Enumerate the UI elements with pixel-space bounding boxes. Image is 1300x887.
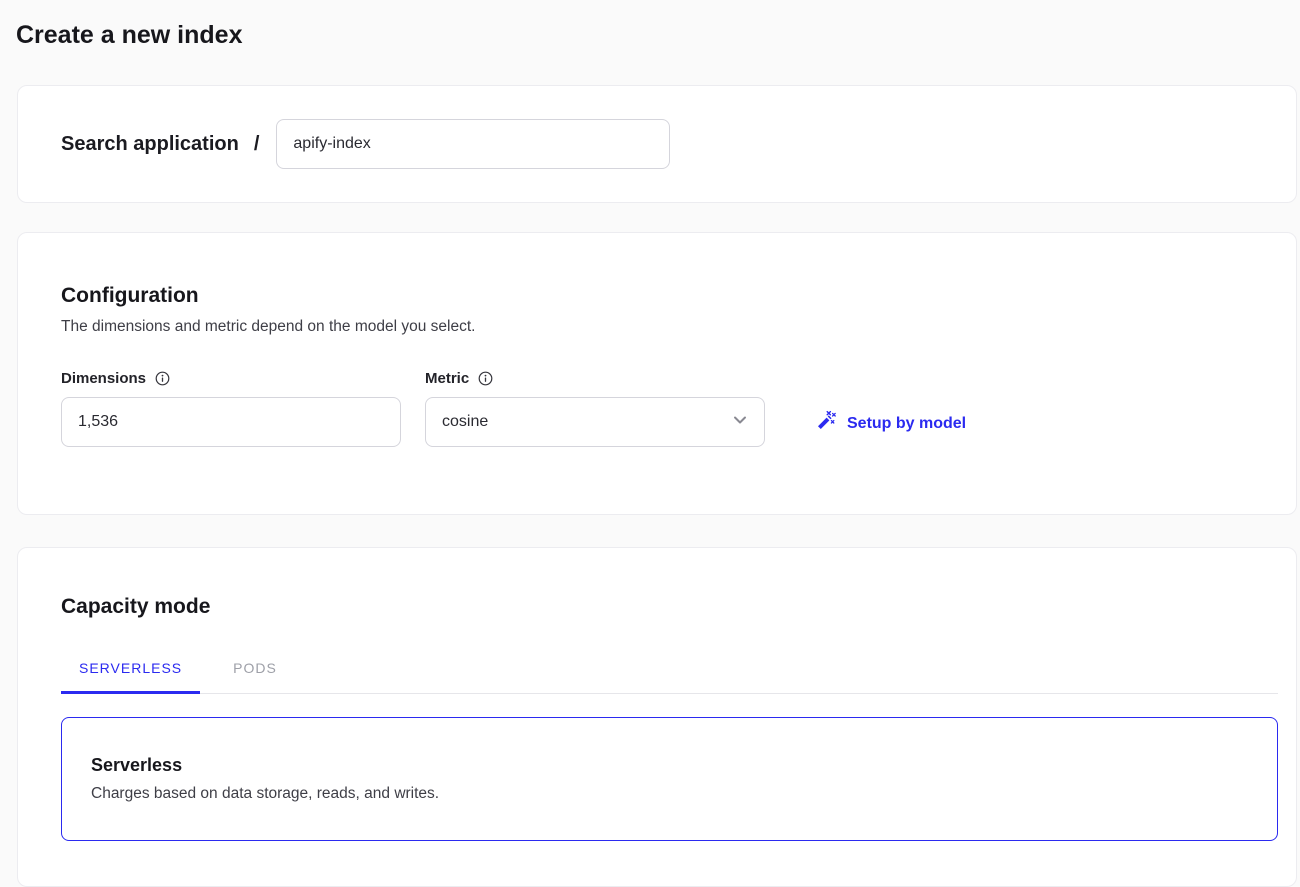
page-title: Create a new index bbox=[16, 20, 1284, 50]
configuration-fields-row: Dimensions Metric bbox=[61, 369, 1296, 447]
metric-label: Metric bbox=[425, 370, 469, 387]
index-name-input[interactable] bbox=[276, 119, 670, 169]
configuration-subtitle: The dimensions and metric depend on the … bbox=[61, 317, 1296, 336]
configuration-title: Configuration bbox=[61, 283, 1296, 309]
info-icon[interactable] bbox=[478, 371, 493, 386]
configuration-card: Configuration The dimensions and metric … bbox=[17, 232, 1297, 515]
page-header: Create a new index bbox=[0, 0, 1300, 50]
tab-serverless[interactable]: SERVERLESS bbox=[61, 660, 200, 693]
serverless-option-title: Serverless bbox=[91, 755, 1277, 776]
dimensions-label: Dimensions bbox=[61, 370, 146, 387]
capacity-tabs: SERVERLESS PODS bbox=[61, 660, 1278, 694]
search-application-label: Search application bbox=[61, 133, 239, 156]
name-separator: / bbox=[254, 133, 260, 156]
metric-select[interactable]: cosine bbox=[425, 397, 765, 447]
setup-by-model-link[interactable]: Setup by model bbox=[815, 410, 966, 437]
index-name-card: Search application / bbox=[17, 85, 1297, 203]
serverless-option-description: Charges based on data storage, reads, an… bbox=[91, 785, 1277, 803]
capacity-mode-card: Capacity mode SERVERLESS PODS Serverless… bbox=[17, 547, 1297, 887]
serverless-option-card[interactable]: Serverless Charges based on data storage… bbox=[61, 717, 1278, 841]
dimensions-input[interactable] bbox=[61, 397, 401, 447]
setup-by-model-label: Setup by model bbox=[847, 415, 966, 433]
dimensions-field: Dimensions bbox=[61, 369, 401, 447]
magic-wand-icon bbox=[815, 410, 837, 437]
metric-selected-value: cosine bbox=[442, 413, 488, 431]
chevron-down-icon bbox=[730, 410, 750, 435]
metric-field: Metric cosine bbox=[425, 369, 765, 447]
capacity-mode-title: Capacity mode bbox=[61, 594, 1296, 620]
tab-pods[interactable]: PODS bbox=[215, 660, 295, 693]
info-icon[interactable] bbox=[155, 371, 170, 386]
